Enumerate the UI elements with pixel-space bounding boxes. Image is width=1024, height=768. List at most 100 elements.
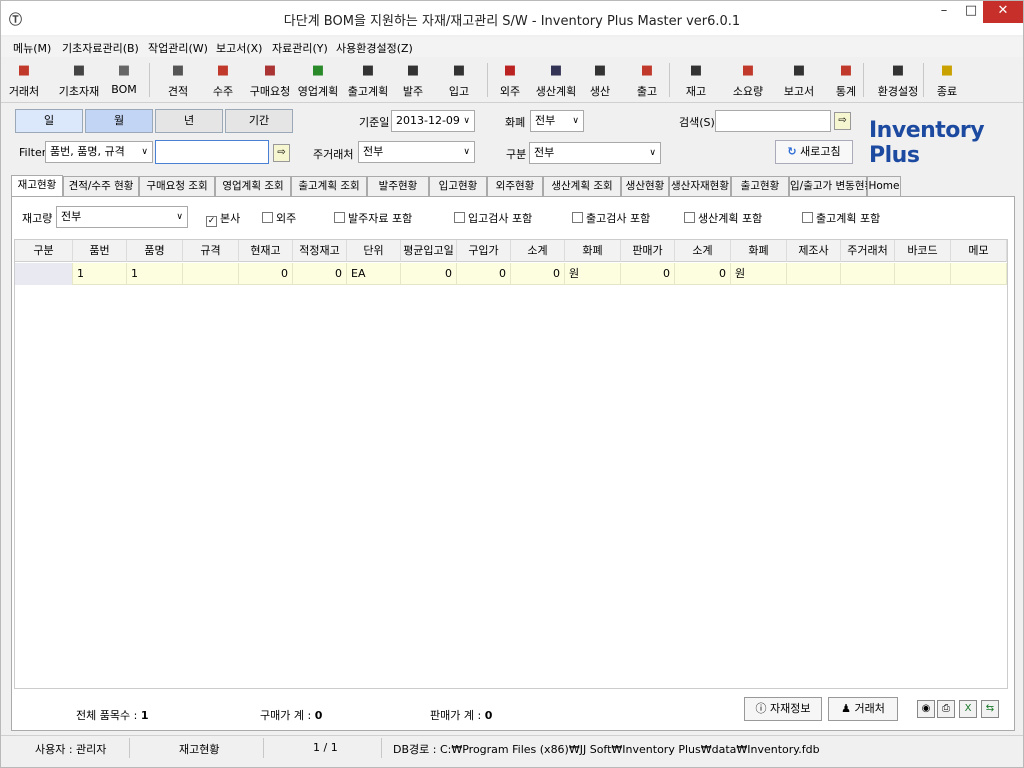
table-cell[interactable]	[841, 263, 895, 285]
checkbox-2[interactable]: 외주	[262, 210, 296, 226]
currency-select[interactable]: 전부 ∨	[530, 110, 584, 132]
category-select[interactable]: 전부 ∨	[529, 142, 661, 164]
column-header-6[interactable]: 적정재고	[293, 240, 347, 262]
column-header-17[interactable]: 바코드	[895, 240, 951, 262]
excel-icon[interactable]: X	[959, 700, 977, 718]
toolbar-button-9[interactable]: ■ 발주	[395, 61, 431, 101]
search-input[interactable]	[715, 110, 831, 132]
table-cell[interactable]	[951, 263, 1007, 285]
table-cell[interactable]: 0	[675, 263, 731, 285]
toolbar-button-8[interactable]: ■ 출고계획	[345, 61, 391, 101]
column-header-3[interactable]: 품명	[127, 240, 183, 262]
toolbar-button-1[interactable]: ■ 거래처	[5, 61, 43, 101]
tab-3[interactable]: 구매요청 조회	[139, 176, 215, 196]
tab-11[interactable]: 생산자재현황	[669, 176, 731, 196]
toolbar-button-19[interactable]: ■ 환경설정	[873, 61, 923, 101]
column-header-9[interactable]: 구입가	[457, 240, 511, 262]
checkbox-1[interactable]: ✓ 본사	[206, 210, 240, 227]
refresh-button[interactable]: ↻ 새로고침	[775, 140, 853, 164]
tab-1[interactable]: 재고현황	[11, 175, 63, 197]
toolbar-button-3[interactable]: ■ BOM	[109, 61, 139, 101]
main-customer-select[interactable]: 전부 ∨	[358, 141, 475, 163]
tab-14[interactable]: Home	[867, 176, 901, 196]
toolbar-button-14[interactable]: ■ 출고	[629, 61, 665, 101]
toolbar-button-11[interactable]: ■ 외주	[493, 61, 527, 101]
checkbox-box[interactable]	[262, 212, 273, 223]
toolbar-button-16[interactable]: ■ 소요량	[727, 61, 769, 101]
column-header-1[interactable]: 구분	[15, 240, 73, 262]
toolbar-button-15[interactable]: ■ 재고	[681, 61, 711, 101]
table-cell[interactable]: 0	[621, 263, 675, 285]
toolbar-button-6[interactable]: ■ 구매요청	[249, 61, 291, 101]
toolbar-button-7[interactable]: ■ 영업계획	[295, 61, 341, 101]
menu-main[interactable]: 메뉴(M)	[13, 40, 51, 56]
column-header-15[interactable]: 제조사	[787, 240, 841, 262]
close-button[interactable]: ✕	[983, 1, 1023, 23]
menu-report[interactable]: 보고서(X)	[216, 40, 262, 56]
menu-data[interactable]: 자료관리(Y)	[272, 40, 328, 56]
tab-5[interactable]: 출고계획 조회	[291, 176, 367, 196]
toolbar-button-2[interactable]: ■ 기초자재	[55, 61, 103, 101]
table-cell[interactable]	[895, 263, 951, 285]
toolbar-button-17[interactable]: ■ 보고서	[779, 61, 819, 101]
checkbox-box[interactable]	[684, 212, 695, 223]
checkbox-3[interactable]: 발주자료 포함	[334, 210, 412, 226]
column-header-14[interactable]: 화폐	[731, 240, 787, 262]
checkbox-box[interactable]	[572, 212, 583, 223]
checkbox-4[interactable]: 입고검사 포함	[454, 210, 532, 226]
toolbar-button-18[interactable]: ■ 통계	[829, 61, 863, 101]
search-go-icon[interactable]: ⇨	[834, 112, 851, 130]
table-cell[interactable]: 0	[511, 263, 565, 285]
minimize-button[interactable]: –	[931, 1, 957, 23]
table-cell[interactable]: 1	[73, 263, 127, 285]
table-cell[interactable]: 0	[293, 263, 347, 285]
menu-work[interactable]: 작업관리(W)	[148, 40, 208, 56]
table-cell[interactable]: 원	[565, 263, 621, 285]
table-cell[interactable]: 1	[127, 263, 183, 285]
table-cell[interactable]: 0	[457, 263, 511, 285]
checkbox-box[interactable]	[334, 212, 345, 223]
table-cell[interactable]: 0	[401, 263, 457, 285]
column-header-12[interactable]: 판매가	[621, 240, 675, 262]
column-header-2[interactable]: 품번	[73, 240, 127, 262]
tab-7[interactable]: 입고현황	[429, 176, 487, 196]
stock-filter-select[interactable]: 전부 ∨	[56, 206, 188, 228]
column-header-11[interactable]: 화폐	[565, 240, 621, 262]
checkbox-box[interactable]	[454, 212, 465, 223]
column-header-8[interactable]: 평균입고일	[401, 240, 457, 262]
print-icon[interactable]: ⎙	[937, 700, 955, 718]
column-header-7[interactable]: 단위	[347, 240, 401, 262]
column-header-13[interactable]: 소계	[675, 240, 731, 262]
filter-field-select[interactable]: 품번, 품명, 규격 ∨	[45, 141, 153, 163]
period-year-button[interactable]: 년	[155, 109, 223, 133]
tab-13[interactable]: 입/출고가 변동현황	[789, 176, 874, 196]
filter-go-icon[interactable]: ⇨	[273, 144, 290, 162]
tab-6[interactable]: 발주현황	[367, 176, 429, 196]
checkbox-5[interactable]: 출고검사 포함	[572, 210, 650, 226]
column-header-10[interactable]: 소계	[511, 240, 565, 262]
period-day-button[interactable]: 일	[15, 109, 83, 133]
toolbar-button-5[interactable]: ■ 수주	[207, 61, 239, 101]
tab-2[interactable]: 견적/수주 현황	[63, 176, 139, 196]
column-header-16[interactable]: 주거래처	[841, 240, 895, 262]
tab-9[interactable]: 생산계획 조회	[543, 176, 621, 196]
tab-8[interactable]: 외주현황	[487, 176, 543, 196]
checkbox-box[interactable]	[802, 212, 813, 223]
tab-10[interactable]: 생산현황	[621, 176, 669, 196]
toolbar-button-12[interactable]: ■ 생산계획	[531, 61, 581, 101]
column-header-4[interactable]: 규격	[183, 240, 239, 262]
material-info-button[interactable]: ⓘ 자재정보	[744, 697, 822, 721]
menu-settings[interactable]: 사용환경설정(Z)	[336, 40, 413, 56]
maximize-button[interactable]: □	[958, 1, 984, 23]
tab-4[interactable]: 영업계획 조회	[215, 176, 291, 196]
period-range-button[interactable]: 기간	[225, 109, 293, 133]
filter-input[interactable]	[155, 140, 269, 164]
toolbar-button-4[interactable]: ■ 견적	[161, 61, 195, 101]
table-cell[interactable]	[183, 263, 239, 285]
toolbar-button-13[interactable]: ■ 생산	[583, 61, 617, 101]
checkbox-7[interactable]: 출고계획 포함	[802, 210, 880, 226]
toolbar-button-10[interactable]: ■ 입고	[441, 61, 477, 101]
table-cell[interactable]: 0	[239, 263, 293, 285]
customer-button[interactable]: ♟ 거래처	[828, 697, 898, 721]
table-row[interactable]: 1 1 0 0 EA 0 0 0 원 0 0 원	[15, 263, 1007, 285]
